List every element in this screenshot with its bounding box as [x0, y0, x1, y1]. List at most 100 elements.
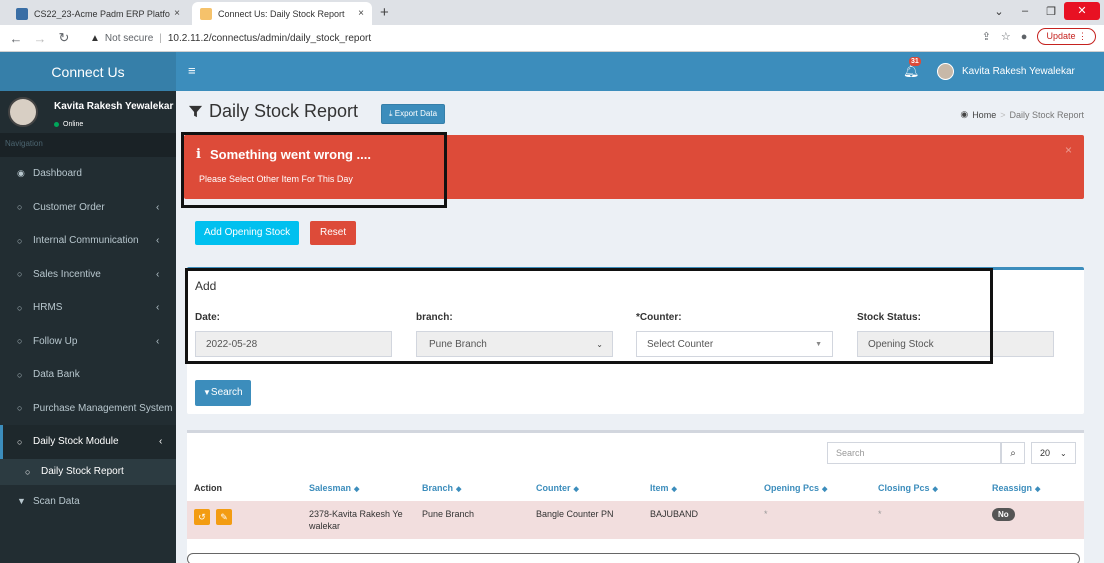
- erp-favicon-icon: [16, 7, 28, 20]
- app-header: Connect Us ≡ 🔔︎ 31 Kavita Rakesh Yewaleka…: [0, 52, 1104, 91]
- sort-icon: ◆: [671, 486, 677, 493]
- sidebar-item-hrms[interactable]: ○ HRMS ‹: [0, 291, 176, 325]
- horizontal-scrollbar[interactable]: [187, 553, 1080, 563]
- alert-close-icon[interactable]: ×: [1065, 143, 1072, 157]
- sidebar-item-label: Daily Stock Module: [33, 436, 119, 448]
- annotation-highlight-box: [181, 132, 447, 208]
- url-divider: |: [159, 33, 162, 44]
- sidebar-item-purchase-management[interactable]: ○ Purchase Management System: [0, 392, 176, 426]
- sidebar-item-follow-up[interactable]: ○ Follow Up ‹: [0, 325, 176, 359]
- status-dot-icon: [54, 122, 59, 127]
- sidebar-item-label: Scan Data: [33, 495, 80, 507]
- sidebar-item-internal-communication[interactable]: ○ Internal Communication ‹: [0, 224, 176, 258]
- column-header-salesman[interactable]: Salesman ◆: [309, 483, 359, 493]
- restore-icon[interactable]: ❐: [1038, 5, 1064, 18]
- add-opening-stock-button[interactable]: Add Opening Stock: [195, 221, 300, 245]
- connectus-favicon-icon: [200, 7, 212, 20]
- url-field[interactable]: ▲ Not secure | 10.2.11.2/connectus/admin…: [90, 28, 950, 49]
- circle-icon: ○: [17, 235, 23, 246]
- table-search-input[interactable]: Search: [827, 442, 1001, 464]
- notification-bell-icon[interactable]: 🔔︎ 31: [903, 57, 921, 79]
- column-label: Salesman: [309, 483, 352, 493]
- home-icon: ◉: [960, 109, 969, 119]
- reassign-status-badge: No: [992, 508, 1015, 521]
- browser-tabstrip: CS22_23-Acme Padm ERP Platform × Connect…: [0, 0, 1104, 25]
- address-bar: ← → ↻ ▲ Not secure | 10.2.11.2/connectus…: [0, 25, 1104, 52]
- column-header-counter[interactable]: Counter ◆: [536, 483, 579, 493]
- notification-count-badge: 31: [909, 57, 921, 66]
- column-label: Reassign: [992, 483, 1033, 493]
- column-label: Branch: [422, 483, 454, 493]
- breadcrumb: ◉ Home > Daily Stock Report: [960, 109, 1084, 120]
- sidebar-item-label: Purchase Management System: [33, 402, 173, 414]
- reset-button[interactable]: Reset: [310, 221, 357, 245]
- column-header-branch[interactable]: Branch ◆: [422, 483, 461, 493]
- avatar: [937, 63, 954, 80]
- column-header-closing-pcs[interactable]: Closing Pcs ◆: [878, 483, 938, 493]
- chevron-left-icon: ‹: [156, 302, 160, 314]
- sidebar-item-sales-incentive[interactable]: ○ Sales Incentive ‹: [0, 258, 176, 292]
- sidebar-item-daily-stock-module[interactable]: ○ Daily Stock Module ‹: [0, 425, 176, 459]
- circle-icon: ○: [17, 436, 23, 447]
- browser-tab-erp[interactable]: CS22_23-Acme Padm ERP Platform ×: [8, 2, 188, 25]
- sidebar-subitem-daily-stock-report[interactable]: ○ Daily Stock Report: [0, 458, 176, 485]
- update-label: Update: [1046, 31, 1076, 41]
- breadcrumb-separator: >: [1000, 109, 1006, 120]
- column-label: Counter: [536, 483, 571, 493]
- circle-icon: ○: [17, 269, 23, 280]
- column-header-reassign[interactable]: Reassign ◆: [992, 483, 1040, 493]
- bookmark-star-icon[interactable]: ☆: [1001, 30, 1011, 43]
- column-header-item[interactable]: Item ◆: [650, 483, 677, 493]
- chevron-down-icon: ‹: [159, 436, 163, 448]
- sidebar-item-label: Sales Incentive: [33, 268, 101, 280]
- user-menu[interactable]: Kavita Rakesh Yewalekar: [937, 63, 1075, 80]
- sidebar: Kavita Rakesh Yewalekar Online Navigatio…: [0, 91, 176, 563]
- hamburger-menu-icon[interactable]: ≡: [188, 63, 196, 78]
- close-window-icon[interactable]: ✕: [1064, 2, 1100, 20]
- sidebar-user-panel: Kavita Rakesh Yewalekar Online: [0, 91, 176, 133]
- page-length-select[interactable]: 20 ⌄: [1031, 442, 1076, 464]
- sidebar-user-name: Kavita Rakesh Yewalekar: [54, 101, 174, 112]
- chevron-down-icon: ⌄: [1060, 448, 1067, 458]
- reload-icon[interactable]: ↻: [54, 30, 74, 46]
- circle-icon: ○: [25, 466, 31, 477]
- circle-icon: ○: [17, 336, 23, 347]
- sort-icon: ◆: [354, 486, 360, 493]
- search-button[interactable]: ▼Search: [195, 380, 251, 406]
- search-icon[interactable]: ⌕: [1001, 442, 1025, 464]
- chevron-left-icon: ‹: [156, 268, 160, 280]
- chevron-left-icon: ‹: [156, 201, 160, 213]
- sidebar-item-dashboard[interactable]: ◉ Dashboard: [0, 157, 176, 191]
- stock-table-box: Search ⌕ 20 ⌄ Action Salesman ◆ Branch ◆ Co…: [187, 430, 1084, 563]
- sidebar-item-data-bank[interactable]: ○ Data Bank: [0, 358, 176, 392]
- table-row: ↺ ✎ 2378-Kavita Rakesh Ye walekar Pune B…: [187, 501, 1084, 539]
- circle-icon: ○: [17, 403, 23, 414]
- minimize-icon[interactable]: –: [1012, 5, 1038, 17]
- tab-close-icon[interactable]: ×: [174, 8, 180, 19]
- cell-branch: Pune Branch: [422, 509, 475, 519]
- update-button[interactable]: Update ⋮: [1037, 28, 1096, 45]
- reassign-action-icon[interactable]: ↺: [194, 509, 210, 525]
- sidebar-item-label: Dashboard: [33, 168, 82, 180]
- share-icon[interactable]: ⇪: [982, 30, 991, 43]
- column-header-opening-pcs[interactable]: Opening Pcs ◆: [764, 483, 827, 493]
- nav-heading: Navigation: [0, 133, 176, 157]
- column-label: Closing Pcs: [878, 483, 930, 493]
- app-brand[interactable]: Connect Us: [0, 52, 176, 91]
- sidebar-item-customer-order[interactable]: ○ Customer Order ‹: [0, 191, 176, 225]
- back-icon[interactable]: ←: [6, 31, 26, 46]
- tab-search-icon[interactable]: ⌄: [986, 5, 1012, 18]
- edit-action-icon[interactable]: ✎: [216, 509, 232, 525]
- tab-close-icon[interactable]: ×: [358, 8, 364, 19]
- cell-salesman: 2378-Kavita Rakesh Ye walekar: [309, 509, 403, 531]
- breadcrumb-home[interactable]: Home: [972, 110, 996, 120]
- sidebar-item-scan-data[interactable]: ▼ Scan Data: [0, 485, 176, 519]
- warning-icon: ▲: [90, 33, 100, 44]
- forward-icon[interactable]: →: [30, 31, 50, 46]
- column-label: Opening Pcs: [764, 483, 820, 493]
- profile-icon[interactable]: ●: [1021, 31, 1028, 43]
- export-data-button[interactable]: ⤓ Export Data: [381, 104, 446, 124]
- sidebar-item-label: Customer Order: [33, 201, 105, 213]
- browser-tab-connectus[interactable]: Connect Us: Daily Stock Report ×: [192, 2, 372, 25]
- new-tab-button[interactable]: +: [380, 4, 389, 21]
